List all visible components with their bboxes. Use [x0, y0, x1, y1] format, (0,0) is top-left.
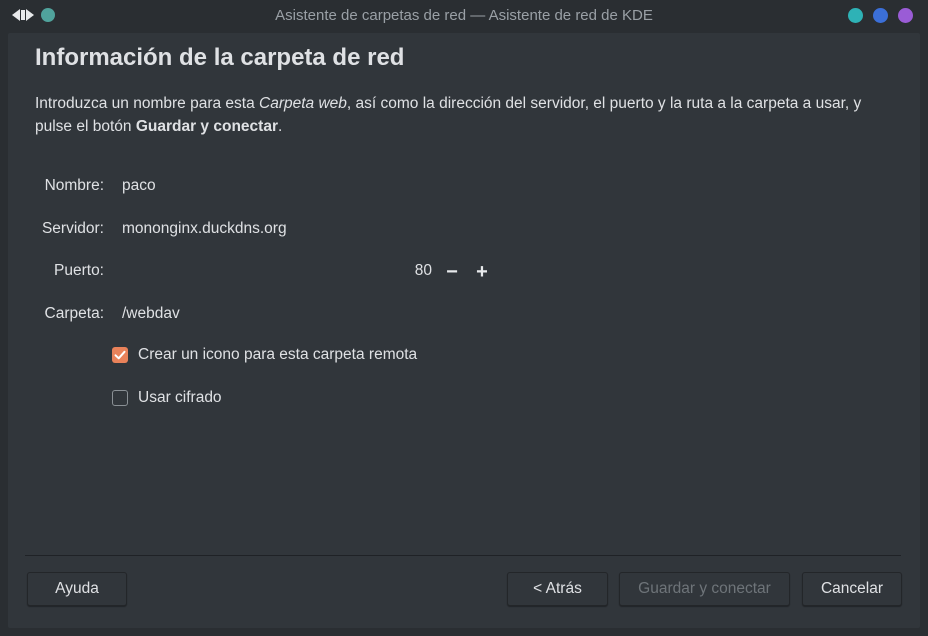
- save-and-connect-button[interactable]: Guardar y conectar: [619, 572, 790, 606]
- cancel-button[interactable]: Cancelar: [802, 572, 902, 606]
- encryption-label[interactable]: Usar cifrado: [138, 389, 222, 407]
- intro-text-part1: Introduzca un nombre para esta: [35, 95, 260, 112]
- intro-text-strong: Guardar y conectar: [135, 118, 278, 135]
- name-field[interactable]: paco: [122, 177, 156, 195]
- close-button-icon[interactable]: [898, 8, 913, 23]
- back-button[interactable]: < Atrás: [507, 572, 608, 606]
- port-spinbox[interactable]: 80: [398, 262, 432, 280]
- button-separator: [25, 555, 901, 556]
- window: Asistente de carpetas de red — Asistente…: [0, 0, 928, 636]
- keep-above-button-icon[interactable]: [848, 8, 863, 23]
- minimize-button-icon[interactable]: [873, 8, 888, 23]
- wizard-page: Información de la carpeta de red Introdu…: [8, 33, 920, 628]
- intro-text-part3: .: [277, 118, 283, 135]
- port-decrement-button[interactable]: −: [445, 262, 459, 282]
- folder-label: Carpeta:: [44, 305, 104, 322]
- create-icon-label[interactable]: Crear un icono para esta carpeta remota: [138, 346, 417, 364]
- server-field[interactable]: mononginx.duckdns.org: [122, 220, 287, 238]
- help-button[interactable]: Ayuda: [27, 572, 127, 606]
- page-title: Información de la carpeta de red: [35, 44, 405, 71]
- name-label: Nombre:: [44, 177, 104, 194]
- port-increment-button[interactable]: +: [475, 262, 489, 282]
- checkmark-icon: [114, 350, 126, 360]
- intro-text: Introduzca un nombre para esta Carpeta w…: [35, 92, 895, 138]
- intro-text-emphasis: Carpeta web: [259, 95, 347, 112]
- window-title: Asistente de carpetas de red — Asistente…: [275, 7, 653, 24]
- folder-field[interactable]: /webdav: [122, 305, 180, 323]
- create-icon-checkbox[interactable]: [112, 347, 128, 363]
- port-label: Puerto:: [54, 262, 104, 279]
- title-bar[interactable]: Asistente de carpetas de red — Asistente…: [0, 0, 928, 32]
- encryption-checkbox[interactable]: [112, 390, 128, 406]
- server-label: Servidor:: [41, 220, 104, 237]
